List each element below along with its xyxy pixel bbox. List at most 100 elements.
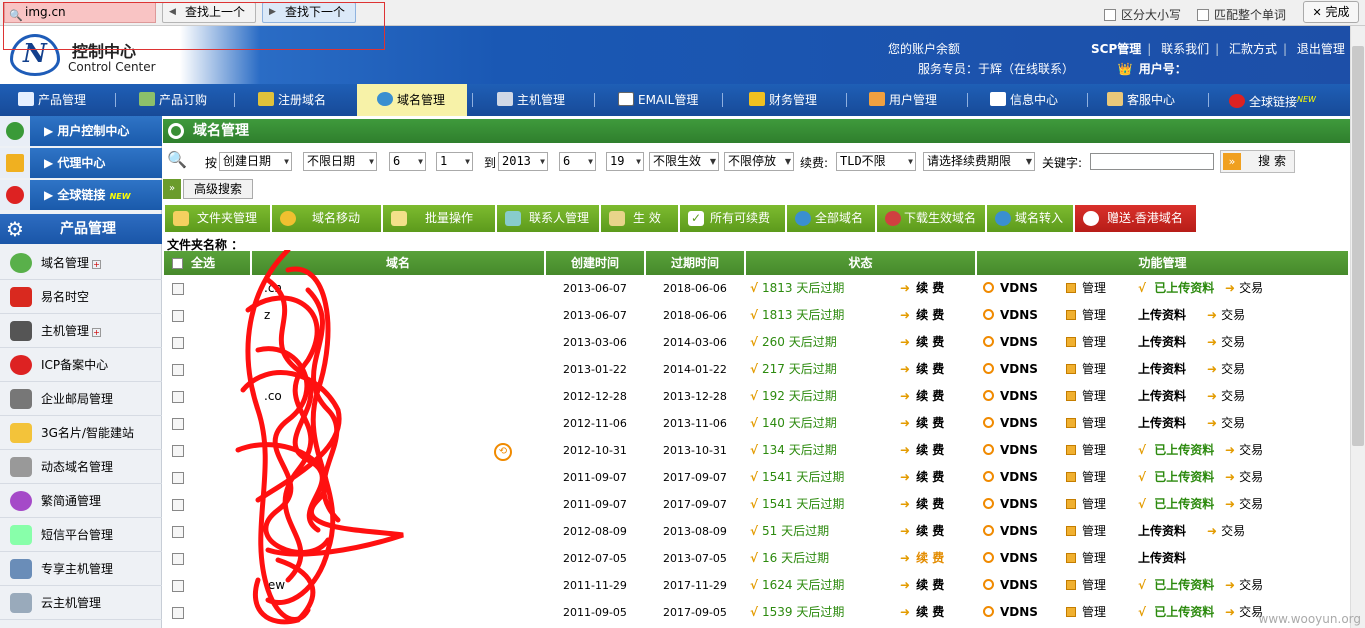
expand-icon[interactable]: + — [92, 260, 102, 269]
transfer-in-button[interactable]: 域名转入 — [987, 205, 1074, 232]
download-active-button[interactable]: 下载生效域名 — [877, 205, 986, 232]
batch-operation-button[interactable]: 批量操作 — [383, 205, 496, 232]
trade-link[interactable]: ➜ 交易 — [1207, 410, 1245, 437]
row-checkbox[interactable] — [172, 526, 184, 538]
sidebar-item-host[interactable]: 主机管理 + — [0, 314, 162, 348]
row-checkbox[interactable] — [172, 580, 184, 592]
trade-link[interactable]: ➜ 交易 — [1207, 302, 1245, 329]
trade-link[interactable]: ➜ 交易 — [1225, 572, 1263, 599]
find-prev-button[interactable]: ◀ 查找上一个 — [162, 2, 256, 23]
renew-link[interactable]: ➜ 续 费 — [900, 464, 944, 491]
vdns-link[interactable]: VDNS — [983, 572, 1038, 599]
vdns-link[interactable]: VDNS — [983, 329, 1038, 356]
renew-link[interactable]: ➜ 续 费 — [900, 437, 944, 464]
trade-link[interactable]: ➜ 交易 — [1207, 518, 1245, 545]
row-checkbox[interactable] — [172, 337, 184, 349]
nav-finance-manage[interactable]: 财务管理 — [749, 84, 817, 116]
uploaded-docs-link[interactable]: √ 已上传资料 — [1138, 437, 1214, 464]
whole-word-checkbox[interactable]: 匹配整个单词 — [1197, 6, 1286, 23]
day-from-select[interactable]: 1 — [436, 152, 473, 171]
manage-link[interactable]: 管理 — [1066, 491, 1106, 518]
manage-link[interactable]: 管理 — [1066, 545, 1106, 572]
renew-period-select[interactable]: 请选择续费期限 — [923, 152, 1035, 171]
vdns-link[interactable]: VDNS — [983, 275, 1038, 302]
upload-docs-link[interactable]: 上传资料 — [1138, 329, 1186, 356]
row-checkbox[interactable] — [172, 391, 184, 403]
find-next-button[interactable]: ▶ 查找下一个 — [262, 2, 356, 23]
renew-link[interactable]: ➜ 续 费 — [900, 572, 944, 599]
month-to-select[interactable]: 6 — [559, 152, 596, 171]
sidebar-item-domain[interactable]: 域名管理 + — [0, 246, 162, 280]
nav-service-center[interactable]: 客服中心 — [1107, 84, 1175, 116]
nav-host-manage[interactable]: 主机管理 — [497, 84, 565, 116]
row-checkbox[interactable] — [172, 472, 184, 484]
sidebar-global-link[interactable]: ▶ 全球链接 NEW — [0, 180, 162, 210]
trade-link[interactable]: ➜ 交易 — [1207, 383, 1245, 410]
sidebar-agent-center[interactable]: ▶ 代理中心 — [0, 148, 162, 178]
trade-link[interactable]: ➜ 交易 — [1225, 464, 1263, 491]
upload-docs-link[interactable]: 上传资料 — [1138, 410, 1186, 437]
all-domains-button[interactable]: 全部域名 — [787, 205, 876, 232]
uploaded-docs-link[interactable]: √ 已上传资料 — [1138, 275, 1214, 302]
upload-docs-link[interactable]: 上传资料 — [1138, 518, 1186, 545]
manage-link[interactable]: 管理 — [1066, 356, 1106, 383]
nav-info-center[interactable]: 信息中心 — [990, 84, 1058, 116]
sidebar-item-dedicated-host[interactable]: 专享主机管理 — [0, 552, 162, 586]
trade-link[interactable]: ➜ 交易 — [1207, 329, 1245, 356]
renew-link[interactable]: ➜ 续 费 — [900, 329, 944, 356]
trade-link[interactable]: ➜ 交易 — [1225, 437, 1263, 464]
manage-link[interactable]: 管理 — [1066, 329, 1106, 356]
renew-link[interactable]: ➜ 续 费 — [900, 383, 944, 410]
select-all-checkbox[interactable] — [172, 258, 183, 269]
row-checkbox[interactable] — [172, 283, 184, 295]
sidebar-item-mail[interactable]: 企业邮局管理 — [0, 382, 162, 416]
day-to-select[interactable]: 19 — [606, 152, 644, 171]
year-to-select[interactable]: 2013 — [498, 152, 548, 171]
effective-select[interactable]: 不限生效 — [649, 152, 719, 171]
renew-link[interactable]: ➜ 续 费 — [900, 302, 944, 329]
row-checkbox[interactable] — [172, 445, 184, 457]
upload-docs-link[interactable]: 上传资料 — [1138, 356, 1186, 383]
expand-icon[interactable]: + — [92, 328, 102, 337]
uploaded-docs-link[interactable]: √ 已上传资料 — [1138, 572, 1214, 599]
vdns-link[interactable]: VDNS — [983, 383, 1038, 410]
manage-link[interactable]: 管理 — [1066, 383, 1106, 410]
search-button[interactable]: » 搜 索 — [1220, 150, 1295, 173]
uploaded-docs-link[interactable]: √ 已上传资料 — [1138, 599, 1214, 626]
uploaded-docs-link[interactable]: √ 已上传资料 — [1138, 464, 1214, 491]
contact-manage-button[interactable]: 联系人管理 — [497, 205, 600, 232]
sidebar-item-ename[interactable]: 易名时空 — [0, 280, 162, 314]
renew-link[interactable]: ➜ 续 费 — [900, 518, 944, 545]
sidebar-item-icp[interactable]: ICP备案中心 — [0, 348, 162, 382]
manage-link[interactable]: 管理 — [1066, 572, 1106, 599]
month-from-select[interactable]: 6 — [389, 152, 426, 171]
manage-link[interactable]: 管理 — [1066, 437, 1106, 464]
find-done-button[interactable]: ✕ 完成 — [1303, 1, 1359, 23]
vdns-link[interactable]: VDNS — [983, 437, 1038, 464]
uploaded-docs-link[interactable]: √ 已上传资料 — [1138, 491, 1214, 518]
manage-link[interactable]: 管理 — [1066, 518, 1106, 545]
manage-link[interactable]: 管理 — [1066, 275, 1106, 302]
renew-link[interactable]: ➜ 续 费 — [900, 491, 944, 518]
sidebar-item-3g[interactable]: 3G名片/智能建站 — [0, 416, 162, 450]
sidebar-item-cloud-host[interactable]: 云主机管理 — [0, 586, 162, 620]
service-agent[interactable]: 服务专员：于辉（在线联系） 👑 用户号： — [918, 60, 1187, 77]
vdns-link[interactable]: VDNS — [983, 518, 1038, 545]
upload-docs-link[interactable]: 上传资料 — [1138, 302, 1186, 329]
nav-global-link[interactable]: 全球链接NEW — [1229, 84, 1316, 116]
vdns-link[interactable]: VDNS — [983, 545, 1038, 572]
row-checkbox[interactable] — [172, 553, 184, 565]
sort-select[interactable]: 创建日期 — [219, 152, 292, 171]
row-checkbox[interactable] — [172, 418, 184, 430]
activate-button[interactable]: 生 效 — [601, 205, 679, 232]
match-case-checkbox[interactable]: 区分大小写 — [1104, 6, 1181, 23]
renew-link[interactable]: ➜ 续 费 — [900, 275, 944, 302]
manage-link[interactable]: 管理 — [1066, 410, 1106, 437]
manage-link[interactable]: 管理 — [1066, 302, 1106, 329]
upload-docs-link[interactable]: 上传资料 — [1138, 545, 1186, 572]
renew-link[interactable]: ➜ 续 费 — [900, 599, 944, 626]
sidebar-item-fanjian[interactable]: 繁简通管理 — [0, 484, 162, 518]
row-checkbox[interactable] — [172, 499, 184, 511]
link-contact[interactable]: 联系我们 — [1161, 42, 1209, 56]
manage-link[interactable]: 管理 — [1066, 599, 1106, 626]
